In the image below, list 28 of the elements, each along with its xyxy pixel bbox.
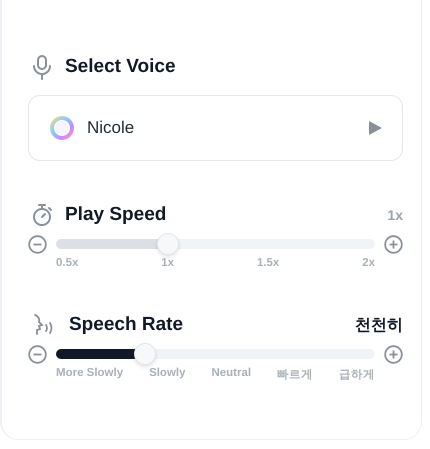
slider[interactable] xyxy=(56,343,375,365)
current-value: 1x xyxy=(387,207,403,223)
play-icon[interactable] xyxy=(368,120,382,136)
tick-label: 1x xyxy=(161,257,174,269)
tick-label: 0.5x xyxy=(56,257,78,269)
stopwatch-icon xyxy=(31,203,53,227)
voice-name: Nicole xyxy=(87,118,136,138)
slider[interactable] xyxy=(56,233,375,255)
tick-label: 2x xyxy=(362,257,375,269)
section-title: Select Voice xyxy=(65,56,176,78)
slider-thumb[interactable] xyxy=(134,343,156,365)
voice-selector[interactable]: Nicole xyxy=(28,95,403,161)
tick-label: 급하게 xyxy=(338,368,375,382)
tick-label: 빠르게 xyxy=(277,368,314,382)
tick-label: More Slowly xyxy=(56,367,124,381)
section-title: Play Speed xyxy=(65,204,168,226)
microphone-icon xyxy=(31,54,53,80)
slider-thumb[interactable] xyxy=(156,233,179,255)
tick-label: 1.5x xyxy=(256,257,280,269)
voice-orb-icon xyxy=(49,115,75,141)
minus-icon[interactable] xyxy=(28,344,47,364)
plus-icon[interactable] xyxy=(384,234,403,254)
minus-icon[interactable] xyxy=(28,234,47,254)
plus-icon[interactable] xyxy=(384,344,403,364)
section-title: Speech Rate xyxy=(69,314,184,336)
current-value: 천천히 xyxy=(355,316,403,336)
tick-label: Slowly xyxy=(149,367,186,381)
tick-label: Neutral xyxy=(211,367,252,381)
